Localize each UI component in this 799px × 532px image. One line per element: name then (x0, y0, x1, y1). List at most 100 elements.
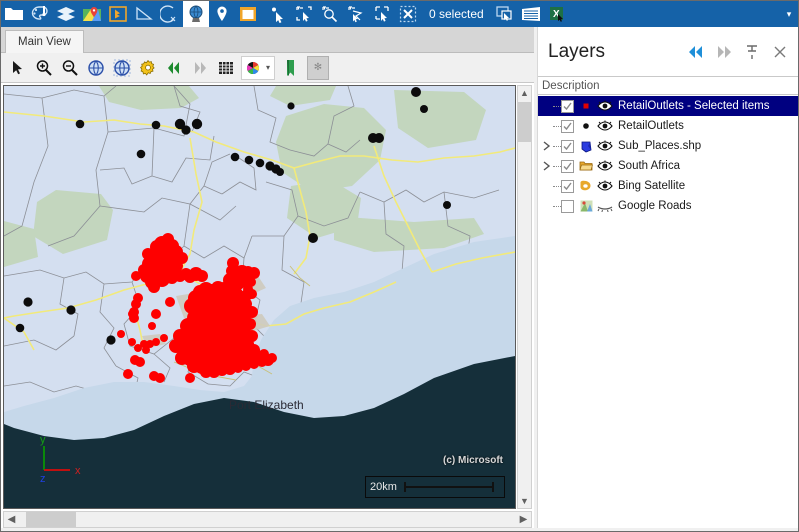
tree-connector-icon (553, 96, 561, 116)
layer-symbol-google-icon (578, 198, 594, 214)
tree-expand-arrow-icon[interactable] (541, 136, 553, 156)
map-toolbar: ▾ ✻ (1, 53, 534, 83)
tree-connector-icon (553, 136, 561, 156)
clear-selection-icon[interactable] (395, 1, 421, 27)
select-circle-add-icon[interactable] (317, 1, 343, 27)
pin-panel-button[interactable] (738, 38, 766, 66)
expand-all-button[interactable] (710, 38, 738, 66)
selection-count-label: 0 selected (429, 7, 484, 21)
tree-connector-icon (553, 176, 561, 196)
layer-label: RetailOutlets (618, 120, 684, 132)
layer-visibility-checkbox[interactable] (561, 159, 574, 173)
layer-label: South Africa (618, 160, 681, 172)
map-pin-basemap-icon[interactable] (79, 1, 105, 27)
measure-area-icon[interactable] (131, 1, 157, 27)
zoom-to-layer-tool-icon[interactable] (109, 55, 135, 81)
layer-eye-visible-icon[interactable] (596, 118, 614, 134)
select-polygon-add-icon[interactable] (343, 1, 369, 27)
horizontal-scroll-thumb[interactable] (26, 512, 76, 527)
map-rendering (4, 86, 515, 508)
previous-extent-tool-icon[interactable] (161, 55, 187, 81)
layer-label: RetailOutlets - Selected items (618, 100, 770, 112)
layer-eye-visible-icon[interactable] (596, 138, 614, 154)
gis-application-window: 0 selected X ▾ Main View ▾ ✻ Port Elizab… (0, 0, 799, 532)
window-bottom-edge (1, 528, 798, 531)
bing-maps-icon[interactable] (105, 1, 131, 27)
layer-visibility-checkbox[interactable] (561, 99, 574, 113)
location-marker-icon[interactable] (209, 1, 235, 27)
zoom-to-selection-icon[interactable] (492, 1, 518, 27)
scroll-right-arrow-icon[interactable]: ▶ (516, 512, 531, 527)
color-scheme-tool-icon[interactable]: ▾ (241, 55, 275, 80)
layer-eye-visible-icon[interactable] (596, 158, 614, 174)
layer-row-south-africa[interactable]: South Africa (538, 156, 798, 176)
select-point-icon[interactable] (265, 1, 291, 27)
layer-symbol-red-square-icon (578, 98, 594, 114)
tree-expand-arrow-icon[interactable] (541, 156, 553, 176)
attribute-table-icon[interactable] (518, 1, 544, 27)
layer-row-sub-places[interactable]: Sub_Places.shp (538, 136, 798, 156)
export-excel-icon[interactable]: X (544, 1, 570, 27)
tree-connector-icon (553, 156, 561, 176)
tab-main-view[interactable]: Main View (5, 30, 84, 53)
scroll-down-arrow-icon[interactable]: ▼ (518, 494, 531, 508)
zoom-in-tool-icon[interactable] (31, 55, 57, 81)
layer-visibility-checkbox[interactable] (561, 119, 574, 133)
scroll-up-arrow-icon[interactable]: ▲ (518, 86, 531, 100)
layer-symbol-polygon-icon (578, 138, 594, 154)
layer-eye-visible-icon[interactable] (596, 178, 614, 194)
layer-eye-hidden-icon[interactable] (596, 198, 614, 214)
layer-visibility-checkbox[interactable] (561, 139, 574, 153)
map-view-container: Port Elizabeth y x z (c) Microsoft 20km (1, 83, 534, 531)
layer-row-retailoutlets[interactable]: RetailOutlets (538, 116, 798, 136)
layer-visibility-checkbox[interactable] (561, 179, 574, 193)
next-extent-tool-icon[interactable] (187, 55, 213, 81)
chevron-down-icon[interactable]: ▾ (266, 63, 270, 72)
tree-expander-placeholder (541, 96, 553, 116)
layer-description-column-header: Description (538, 76, 798, 95)
zoom-to-full-extent-tool-icon[interactable] (83, 55, 109, 81)
tree-expander-placeholder (541, 196, 553, 216)
grid-tool-icon[interactable] (213, 55, 239, 81)
layer-label: Google Roads (618, 200, 692, 212)
select-rectangle-icon[interactable] (369, 1, 395, 27)
layout-icon[interactable] (235, 1, 261, 27)
map-horizontal-scrollbar[interactable]: ◀ ▶ (3, 511, 532, 528)
layer-symbol-black-circle-icon (578, 118, 594, 134)
layer-tree: RetailOutlets - Selected items RetailOut… (538, 95, 798, 531)
pointer-tool-icon[interactable] (5, 55, 31, 81)
tree-expander-placeholder (541, 116, 553, 136)
toolbar-overflow-button[interactable]: ▾ (778, 1, 798, 27)
layer-symbol-bing-icon (578, 178, 594, 194)
open-folder-icon[interactable] (1, 1, 27, 27)
close-panel-button[interactable] (766, 38, 794, 66)
tree-expander-placeholder (541, 176, 553, 196)
measure-distance-icon[interactable] (157, 1, 183, 27)
layer-row-bing-satellite[interactable]: Bing Satellite (538, 176, 798, 196)
layer-eye-visible-icon[interactable] (596, 98, 614, 114)
collapse-all-button[interactable] (682, 38, 710, 66)
tree-connector-icon (553, 116, 561, 136)
layer-row-google-roads[interactable]: Google Roads (538, 196, 798, 216)
layer-symbol-folder-icon (578, 158, 594, 174)
scroll-left-arrow-icon[interactable]: ◀ (4, 512, 19, 527)
palette-settings-icon[interactable] (27, 1, 53, 27)
tree-connector-icon (553, 196, 561, 216)
globe-icon[interactable] (183, 1, 209, 27)
settings-gear-tool-icon[interactable] (135, 55, 161, 81)
layer-row-retailoutlets-selected[interactable]: RetailOutlets - Selected items (538, 96, 798, 116)
layer-visibility-checkbox[interactable] (561, 199, 574, 213)
map-vertical-scrollbar[interactable]: ▲ ▼ (517, 85, 532, 509)
layer-label: Bing Satellite (618, 180, 686, 192)
layers-stack-icon[interactable] (53, 1, 79, 27)
view-tab-bar: Main View (1, 27, 534, 53)
vertical-scroll-thumb[interactable] (518, 102, 531, 142)
map-canvas[interactable]: Port Elizabeth y x z (c) Microsoft 20km (3, 85, 516, 509)
layers-panel-title: Layers (548, 40, 606, 62)
bookmark-tool-icon[interactable] (277, 55, 303, 81)
zoom-out-tool-icon[interactable] (57, 55, 83, 81)
snapshot-tool-icon[interactable]: ✻ (307, 55, 329, 80)
layer-label: Sub_Places.shp (618, 140, 702, 152)
select-rectangle-add-icon[interactable] (291, 1, 317, 27)
layers-panel: Layers Description RetailOutlets - Selec… (537, 27, 798, 531)
